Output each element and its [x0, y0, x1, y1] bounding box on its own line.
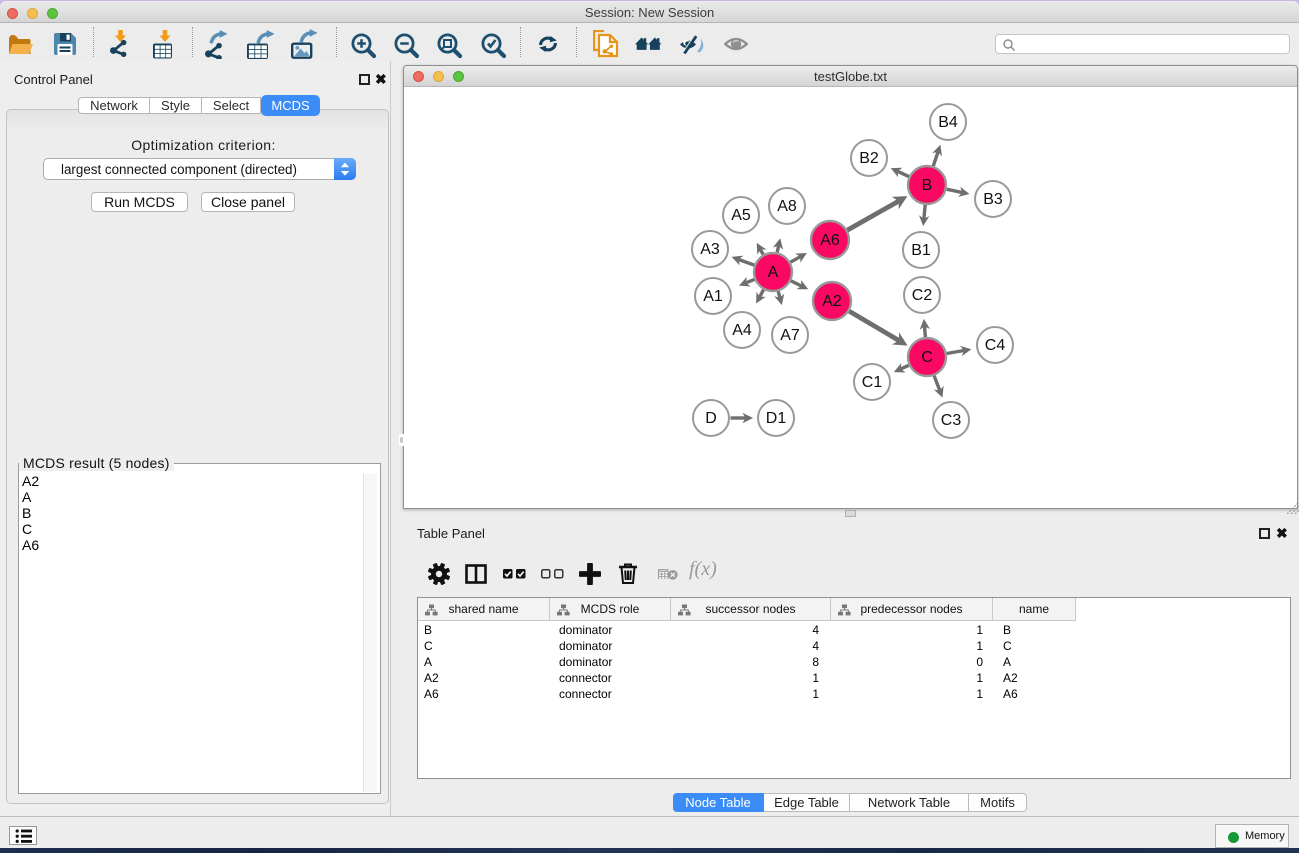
- svg-text:A2: A2: [822, 293, 842, 310]
- svg-text:A8: A8: [777, 198, 797, 215]
- svg-text:A7: A7: [780, 327, 800, 344]
- svg-text:C2: C2: [912, 287, 933, 304]
- svg-text:C1: C1: [862, 374, 883, 391]
- svg-text:D: D: [705, 410, 717, 427]
- svg-text:B2: B2: [859, 150, 879, 167]
- svg-text:A3: A3: [700, 241, 720, 258]
- svg-text:A6: A6: [820, 232, 840, 249]
- svg-text:B3: B3: [983, 191, 1003, 208]
- svg-text:A5: A5: [731, 207, 751, 224]
- svg-text:C3: C3: [941, 412, 962, 429]
- svg-text:A1: A1: [703, 288, 723, 305]
- svg-text:A4: A4: [732, 322, 752, 339]
- svg-text:B4: B4: [938, 114, 958, 131]
- svg-text:B1: B1: [911, 242, 931, 259]
- svg-text:C: C: [921, 349, 933, 366]
- svg-text:A: A: [768, 264, 779, 281]
- svg-text:B: B: [922, 177, 933, 194]
- svg-text:C4: C4: [985, 337, 1006, 354]
- svg-text:D1: D1: [766, 410, 787, 427]
